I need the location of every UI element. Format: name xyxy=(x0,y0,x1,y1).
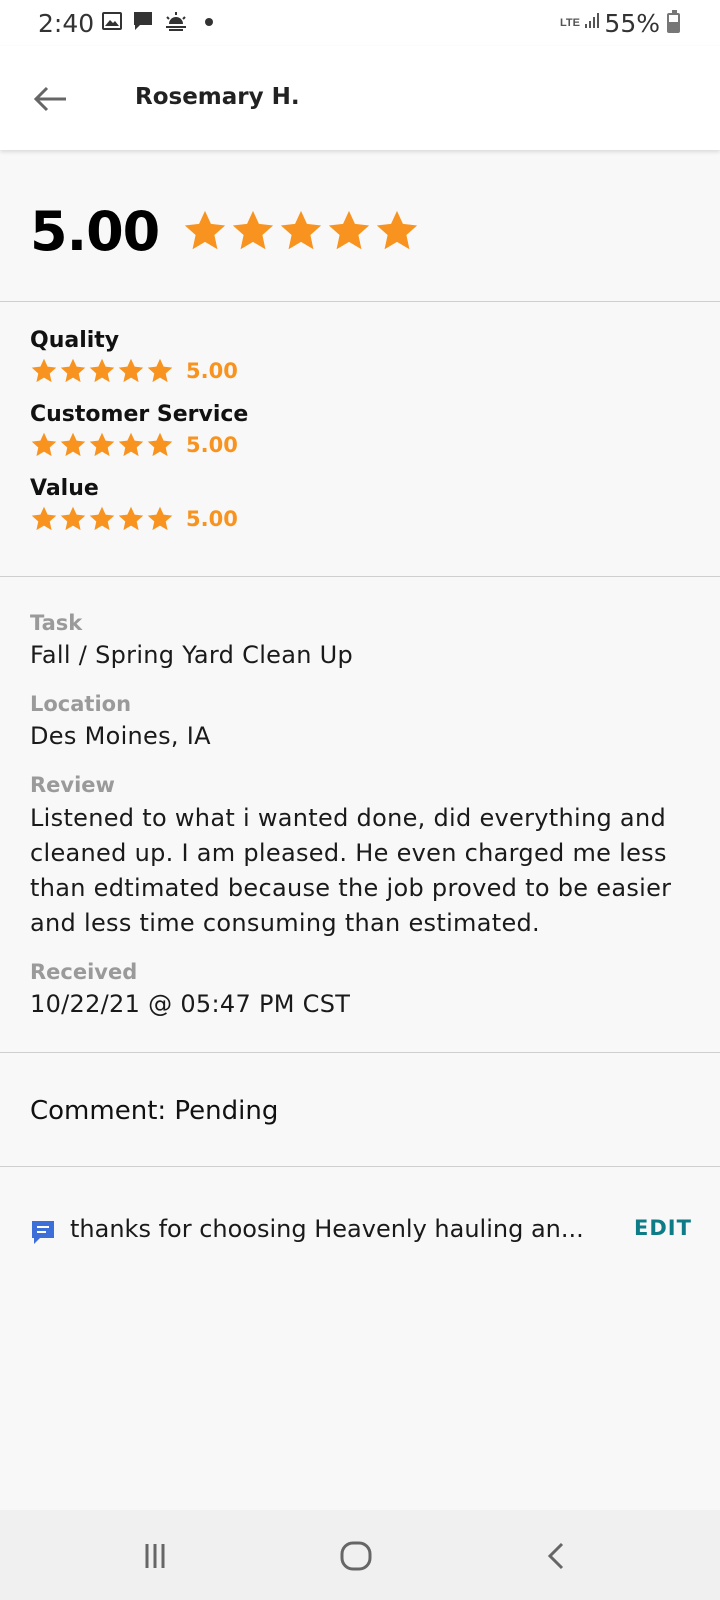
battery-icon xyxy=(667,10,680,33)
star-icon xyxy=(89,432,115,457)
review-text: Listened to what i wanted done, did ever… xyxy=(30,804,672,937)
category-score: 5.00 xyxy=(186,507,238,531)
system-back-icon[interactable] xyxy=(538,1538,578,1574)
category-stars xyxy=(30,505,174,533)
category-stars xyxy=(30,357,174,385)
category-label: Quality xyxy=(30,328,120,353)
star-icon xyxy=(280,210,322,250)
app-bar: Rosemary H. xyxy=(0,46,720,150)
received-value: 10/22/21 @ 05:47 PM CST xyxy=(30,990,351,1018)
star-icon xyxy=(118,432,144,457)
category-label: Value xyxy=(30,476,99,501)
star-icon xyxy=(31,506,57,531)
star-icon xyxy=(147,506,173,531)
status-time: 2:40 xyxy=(38,9,95,38)
dot-icon xyxy=(205,18,213,26)
star-icon xyxy=(60,506,86,531)
edit-comment-button[interactable]: EDIT xyxy=(634,1216,692,1240)
review-details: Task Fall / Spring Yard Clean Up Locatio… xyxy=(0,577,720,1053)
notification-icons xyxy=(102,10,216,32)
comment-row[interactable]: thanks for choosing Heavenly hauling an.… xyxy=(0,1167,720,1267)
category-label: Customer Service xyxy=(30,402,249,427)
star-icon xyxy=(60,358,86,383)
star-icon xyxy=(232,210,274,250)
comment-text[interactable]: thanks for choosing Heavenly hauling an.… xyxy=(70,1215,610,1243)
status-bar: 2:40 LTE 55% xyxy=(0,0,720,46)
star-icon xyxy=(184,210,226,250)
system-nav-bar xyxy=(0,1510,720,1600)
star-icon xyxy=(89,506,115,531)
network-indicator: LTE xyxy=(560,11,602,29)
overall-stars xyxy=(182,208,420,254)
review-label: Review xyxy=(30,773,115,797)
battery-level xyxy=(669,22,678,31)
star-icon xyxy=(376,210,418,250)
home-icon[interactable] xyxy=(336,1538,376,1574)
overall-rating: 5.00 xyxy=(0,150,720,302)
task-value: Fall / Spring Yard Clean Up xyxy=(30,641,354,669)
star-icon xyxy=(31,358,57,383)
star-icon xyxy=(147,358,173,383)
star-icon xyxy=(328,210,370,250)
star-icon xyxy=(118,358,144,383)
recent-apps-icon[interactable] xyxy=(135,1538,175,1574)
category-quality: Quality 5.00 xyxy=(30,328,238,385)
task-label: Task xyxy=(30,611,83,635)
category-value: Value 5.00 xyxy=(30,476,238,533)
comment-icon xyxy=(32,1221,54,1244)
star-icon xyxy=(89,358,115,383)
category-stars xyxy=(30,431,174,459)
message-icon xyxy=(134,12,152,30)
comment-status: Comment: Pending xyxy=(0,1053,720,1167)
weather-icon xyxy=(166,12,186,31)
star-icon xyxy=(147,432,173,457)
star-icon xyxy=(60,432,86,457)
network-type: LTE xyxy=(560,17,580,29)
battery-percent: 55% xyxy=(604,9,660,38)
location-label: Location xyxy=(30,692,132,716)
category-customer-service: Customer Service 5.00 xyxy=(30,402,248,459)
location-value: Des Moines, IA xyxy=(30,722,211,750)
received-label: Received xyxy=(30,960,138,984)
category-score: 5.00 xyxy=(186,433,238,457)
overall-score: 5.00 xyxy=(30,200,160,263)
back-arrow-icon[interactable] xyxy=(30,79,70,119)
page-title: Rosemary H. xyxy=(135,84,300,110)
signal-icon xyxy=(584,13,599,28)
star-icon xyxy=(31,432,57,457)
gallery-icon xyxy=(102,12,122,30)
category-score: 5.00 xyxy=(186,359,238,383)
comment-status-text: Comment: Pending xyxy=(30,1096,279,1126)
star-icon xyxy=(118,506,144,531)
category-ratings: Quality 5.00 Customer Service 5.00 Value… xyxy=(0,302,720,577)
